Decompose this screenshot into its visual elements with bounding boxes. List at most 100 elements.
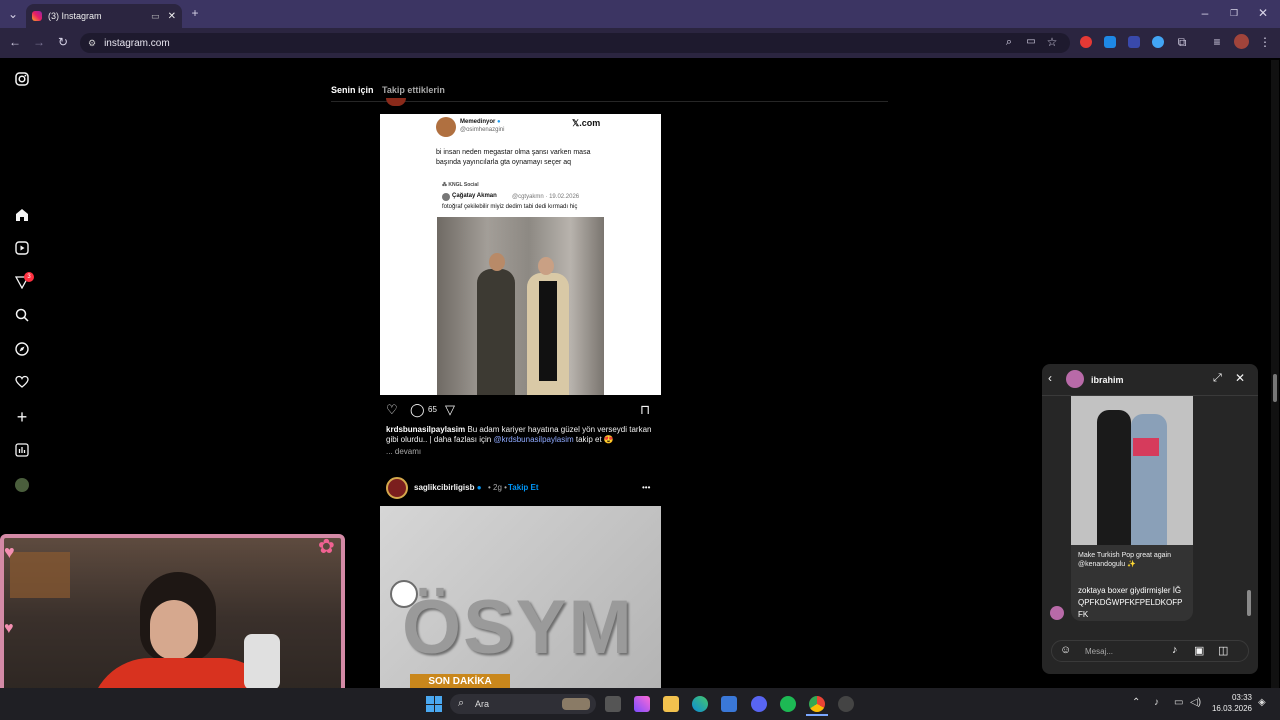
reels-icon[interactable] (14, 241, 30, 257)
reading-list-icon[interactable]: ≡ (1210, 35, 1224, 49)
site-info-icon[interactable]: ⚙ (88, 38, 96, 49)
extension-globe-icon[interactable] (1152, 36, 1164, 48)
page-scrollbar[interactable] (1271, 60, 1279, 688)
tray-date[interactable]: 16.03.2026 (1202, 704, 1252, 713)
address-bar[interactable]: ⚙ instagram.com (80, 33, 1070, 53)
post1-image[interactable]: Memedinyor ● @osimhenazgini 𝕏.com bi ins… (380, 114, 661, 395)
tab-senin-icin[interactable]: Senin için (331, 85, 374, 95)
tray-network-icon[interactable]: ▭ (1174, 697, 1183, 708)
like-heart-icon[interactable]: ♡ (386, 402, 398, 418)
caption-username[interactable]: krdsbunasilpaylasim (386, 425, 465, 434)
spotify-icon[interactable] (780, 696, 796, 712)
share-icon[interactable]: ▽ (445, 402, 455, 418)
pink-top (1133, 438, 1159, 456)
profile-avatar[interactable] (1234, 34, 1249, 49)
extension-blue-icon[interactable] (1128, 36, 1140, 48)
insights-icon[interactable] (14, 443, 30, 459)
tab-instagram[interactable]: (3) Instagram ▭ ✕ (26, 4, 182, 28)
bookmark-star-icon[interactable]: ☆ (1045, 35, 1059, 49)
person-right-head (538, 257, 554, 275)
store-icon[interactable] (721, 696, 737, 712)
notification-bell-icon[interactable]: ◈ (1258, 697, 1266, 708)
instagram-logo-icon[interactable] (14, 72, 30, 88)
tab-search-icon[interactable]: ⌄ (6, 7, 20, 21)
dm-scroll-thumb[interactable] (1247, 590, 1251, 616)
discord-icon[interactable] (751, 696, 767, 712)
extension-translate-icon[interactable] (1104, 36, 1116, 48)
streamer-face (150, 600, 198, 660)
search-icon[interactable] (14, 308, 30, 324)
explore-compass-icon[interactable] (14, 342, 30, 358)
reload-icon[interactable]: ↻ (56, 35, 70, 49)
page-scroll-thumb[interactable] (1273, 374, 1277, 402)
post2-username[interactable]: saglikcibirligisb ● (414, 483, 482, 492)
browser-menu-icon[interactable]: ⋮ (1258, 35, 1272, 49)
tab-title: (3) Instagram (48, 11, 102, 21)
dm-contact-name[interactable]: ibrahim (1091, 375, 1124, 385)
chrome-icon[interactable] (809, 696, 825, 712)
extensions-puzzle-icon[interactable]: ⧉ (1175, 35, 1189, 49)
caption-mention[interactable]: @krdsbunasilpaylasim (493, 435, 573, 444)
save-bookmark-icon[interactable]: ⊓ (640, 402, 650, 418)
tab-takip-ettiklerin[interactable]: Takip ettiklerin (382, 85, 445, 95)
zoom-icon[interactable]: ⌕ (1002, 35, 1016, 49)
desk-cup (244, 634, 280, 690)
caption-more-link[interactable]: ... devamı (386, 447, 421, 456)
tray-chevron-icon[interactable]: ⌃ (1132, 697, 1140, 708)
sticker-icon[interactable]: ◫ (1218, 644, 1228, 657)
post1-avatar[interactable] (386, 98, 406, 106)
close-tab-icon[interactable]: ✕ (168, 11, 176, 22)
verified-icon: ● (476, 483, 482, 492)
dm-avatar[interactable] (1066, 370, 1084, 388)
profile-avatar-nav[interactable] (15, 478, 29, 492)
post2-more-options-icon[interactable]: ••• (642, 483, 650, 492)
tray-volume-icon[interactable]: ◁) (1190, 697, 1201, 708)
cast-icon[interactable]: ▭ (1024, 35, 1038, 49)
create-plus-icon[interactable]: + (14, 408, 30, 426)
url-text: instagram.com (104, 37, 170, 49)
close-window-icon[interactable]: ✕ (1256, 6, 1270, 20)
photo-icon[interactable]: ▣ (1194, 644, 1204, 657)
restore-icon[interactable]: ❐ (1227, 6, 1241, 20)
dm-expand-icon[interactable]: ⤢ (1213, 372, 1222, 385)
post2-image[interactable]: ÖSYM SON DAKİKA (380, 506, 661, 688)
dm-close-icon[interactable]: ✕ (1235, 371, 1245, 385)
post2-avatar[interactable] (386, 477, 408, 499)
dm-shared-post-image[interactable] (1071, 396, 1193, 545)
search-highlight-icon (562, 698, 590, 710)
edge-icon[interactable] (692, 696, 708, 712)
home-icon[interactable] (14, 208, 30, 224)
post2-follow-button[interactable]: Takip Et (508, 483, 539, 492)
back-icon[interactable]: ← (8, 35, 22, 49)
dm-input-placeholder: Mesaj... (1085, 647, 1114, 656)
microphone-icon[interactable]: ♪ (1172, 644, 1178, 656)
extension-red-icon[interactable] (1080, 36, 1092, 48)
windows-start-icon[interactable] (426, 696, 442, 712)
copilot-icon[interactable] (634, 696, 650, 712)
taskbar-search-box[interactable]: ⌕ Ara (450, 694, 596, 714)
quote-text: fotoğraf çekilebilir miyiz dedim tabi de… (442, 204, 578, 210)
tray-mic-icon[interactable]: ♪ (1154, 697, 1159, 708)
tray-time[interactable]: 03:33 (1212, 693, 1252, 702)
dm-message-input[interactable]: ☺ Mesaj... ♪ ▣ ◫ (1051, 640, 1249, 662)
comment-icon[interactable]: ◯ (410, 402, 425, 418)
new-tab-icon[interactable]: + (188, 6, 202, 20)
emoji-icon[interactable]: ☺ (1060, 644, 1071, 656)
forward-icon[interactable]: → (32, 35, 46, 49)
file-explorer-icon[interactable] (663, 696, 679, 712)
minimize-icon[interactable]: – (1198, 6, 1212, 20)
notifications-heart-icon[interactable] (14, 375, 30, 391)
obs-icon[interactable] (838, 696, 854, 712)
comment-count: 65 (428, 405, 437, 414)
browser-tab-bar: ⌄ (3) Instagram ▭ ✕ + – ❐ ✕ (0, 0, 1280, 28)
instagram-favicon-icon (32, 11, 42, 21)
tweet-avatar (436, 117, 456, 137)
caption-tail: takip et 😍 (575, 435, 614, 444)
task-view-icon[interactable] (605, 696, 621, 712)
dm-back-icon[interactable]: ‹ (1048, 371, 1052, 385)
dm-scrollbar[interactable] (1246, 396, 1252, 622)
elevator-photo (437, 217, 604, 395)
person-left-head (489, 253, 505, 271)
dm-chat-window: ‹ ibrahim ⤢ ✕ Make Turkish Pop great aga… (1042, 364, 1258, 674)
person-dark (1097, 410, 1131, 545)
